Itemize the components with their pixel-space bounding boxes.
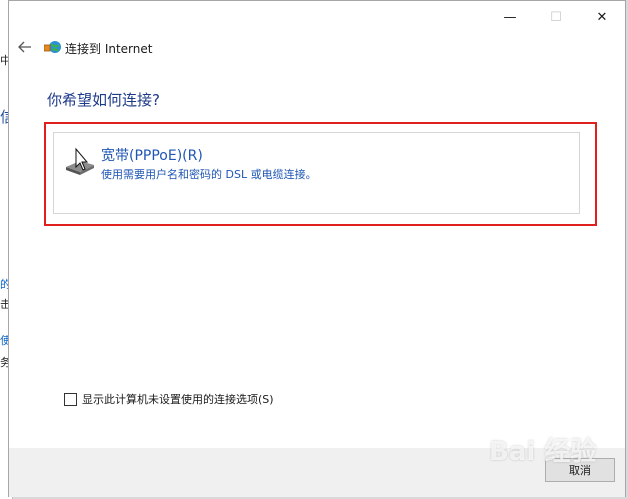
show-unsetup-options-checkbox[interactable]	[64, 392, 77, 406]
broadband-pppoe-option[interactable]: 宽带(PPPoE)(R) 使用需要用户名和密码的 DSL 或电缆连接。	[53, 132, 580, 214]
dialog-header: 连接到 Internet	[9, 33, 625, 61]
minimize-button[interactable]: —	[487, 1, 533, 33]
connect-to-internet-dialog: — ☐ ✕ 连接到 Internet 你希望如何连接? 宽带(PPPoE)(R)…	[8, 0, 626, 497]
option-description: 使用需要用户名和密码的 DSL 或电缆连接。	[101, 168, 317, 181]
dialog-title: 连接到 Internet	[65, 42, 153, 56]
back-arrow-icon	[18, 41, 31, 53]
minimize-icon: —	[503, 9, 517, 25]
option-title: 宽带(PPPoE)(R)	[101, 148, 203, 164]
broadband-modem-icon	[66, 147, 94, 175]
window-controls: — ☐ ✕	[487, 1, 625, 33]
maximize-icon: ☐	[550, 9, 562, 25]
close-icon: ✕	[596, 9, 608, 25]
show-unsetup-options-checkbox-row[interactable]: 显示此计算机未设置使用的连接选项(S)	[64, 391, 274, 407]
checkbox-label: 显示此计算机未设置使用的连接选项(S)	[82, 393, 274, 406]
page-heading: 你希望如何连接?	[47, 91, 160, 109]
watermark-logo: Bai 经验	[489, 437, 597, 467]
back-button[interactable]	[15, 37, 35, 57]
network-globe-icon	[44, 41, 61, 53]
close-button[interactable]: ✕	[579, 1, 625, 33]
maximize-button: ☐	[533, 1, 579, 33]
